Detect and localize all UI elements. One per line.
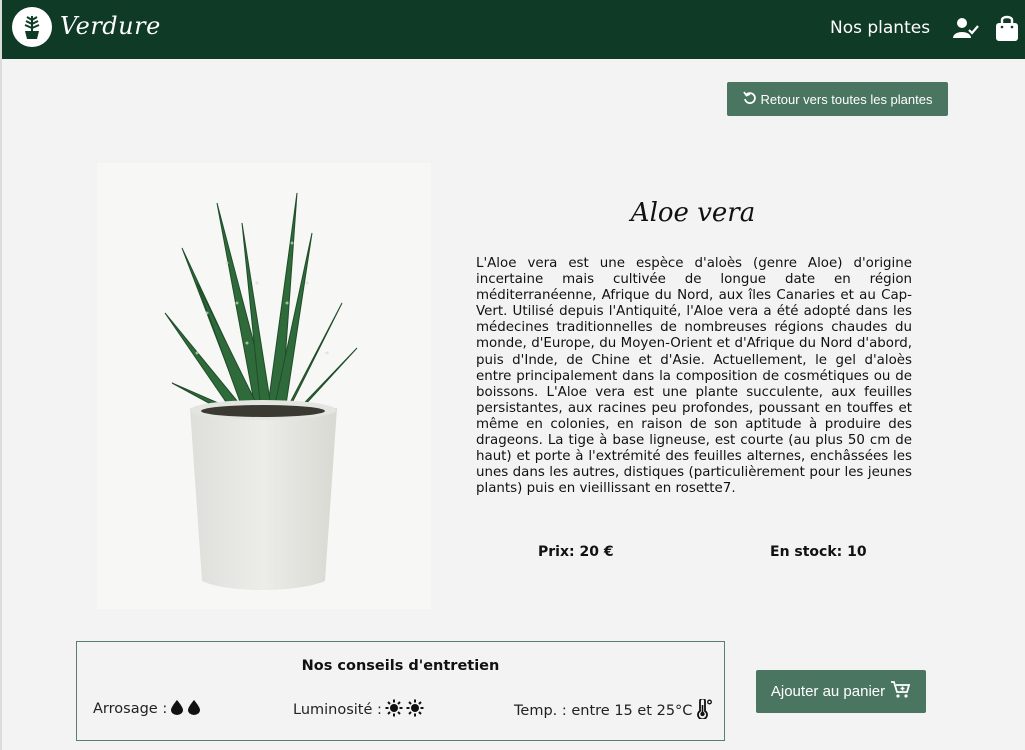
cart-plus-icon	[891, 680, 911, 703]
plant-name: Aloe vera	[630, 198, 756, 228]
light-info: Luminosité :	[293, 699, 424, 721]
add-to-cart-button[interactable]: Ajouter au panier	[756, 670, 926, 713]
back-to-all-plants-button[interactable]: Retour vers toutes les plantes	[727, 82, 948, 116]
plant-image	[97, 163, 431, 609]
shopping-bag-icon[interactable]	[995, 14, 1019, 46]
sun-icon	[406, 699, 424, 721]
watering-info: Arrosage :	[93, 699, 201, 719]
user-check-icon[interactable]	[953, 17, 979, 43]
thermometer-icon	[695, 697, 713, 723]
stock-label: En stock: 10	[770, 544, 867, 560]
light-label: Luminosité :	[293, 702, 382, 718]
back-button-label: Retour vers toutes les plantes	[760, 91, 933, 107]
undo-icon	[742, 90, 757, 108]
water-drop-icon	[187, 699, 201, 719]
top-navbar: Verdure Nos plantes	[2, 0, 1025, 59]
care-tips-title: Nos conseils d'entretien	[301, 658, 500, 674]
watering-label: Arrosage :	[93, 701, 168, 717]
temperature-info: Temp. : entre 15 et 25°C	[514, 697, 713, 723]
temperature-label: Temp. : entre 15 et 25°C	[514, 703, 693, 719]
nav-link-plants[interactable]: Nos plantes	[830, 18, 930, 38]
plant-description: L'Aloe vera est une espèce d'aloès (genr…	[476, 256, 912, 497]
sun-icon	[385, 699, 403, 721]
plant-logo-icon[interactable]	[12, 7, 52, 47]
price-label: Prix: 20 €	[538, 544, 614, 560]
care-tips-panel: Nos conseils d'entretien Arrosage : Lumi…	[76, 641, 725, 741]
add-to-cart-label: Ajouter au panier	[770, 683, 886, 700]
brand-name[interactable]: Verdure	[60, 12, 161, 40]
water-drop-icon	[170, 699, 184, 719]
